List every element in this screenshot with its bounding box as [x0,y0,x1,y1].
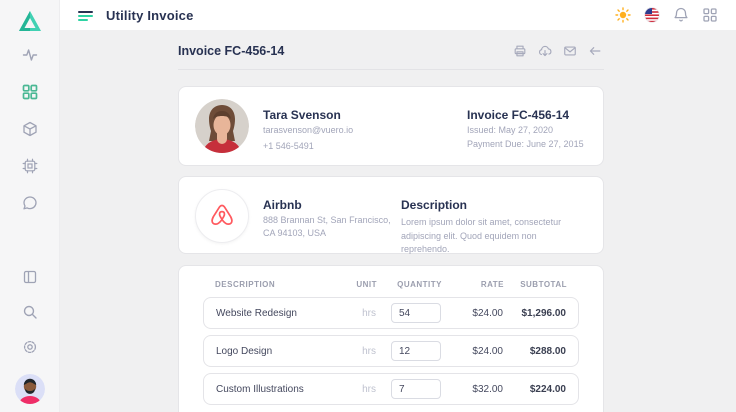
invoice-container: Invoice FC-456-14 [178,30,604,412]
cloud-download-icon[interactable] [538,44,552,58]
table-row: Custom Illustrations hrs $32.00 $224.00 [203,373,579,405]
page-title: Invoice FC-456-14 [178,44,284,58]
sidebar-bottom [15,269,45,404]
customer-avatar [195,99,249,153]
item-subtotal: $288.00 [503,346,566,357]
col-description: DESCRIPTION [215,280,337,289]
quantity-input[interactable] [391,303,441,323]
item-unit: hrs [336,384,376,395]
cpu-icon[interactable] [22,158,38,174]
sidebar [0,0,60,412]
item-subtotal: $1,296.00 [503,308,566,319]
invoice-items-card: DESCRIPTION UNIT QUANTITY RATE SUBTOTAL … [178,265,604,412]
company-address-line1: 888 Brannan St, San Francisco, [263,215,391,225]
invoice-description: Description Lorem ipsum dolor sit amet, … [401,189,587,241]
print-icon[interactable] [513,44,527,58]
company-name: Airbnb [263,198,391,212]
invoice-meta: Invoice FC-456-14 Issued: May 27, 2020 P… [467,99,587,153]
sidebar-nav [22,47,38,211]
items-table-header: DESCRIPTION UNIT QUANTITY RATE SUBTOTAL [203,280,579,289]
box-icon[interactable] [22,121,38,137]
company-card: Airbnb 888 Brannan St, San Francisco, CA… [178,176,604,254]
item-description: Website Redesign [216,308,336,319]
invoice-due-date: Payment Due: June 27, 2015 [467,139,587,149]
item-rate: $24.00 [441,308,503,319]
vuero-logo-icon [18,10,42,32]
navbar-title: Utility Invoice [106,8,194,23]
airbnb-logo-icon [208,202,236,230]
item-subtotal: $224.00 [503,384,566,395]
apps-grid-icon[interactable] [702,7,718,23]
item-rate: $32.00 [441,384,503,395]
customer-email: tarasvenson@vuero.io [263,125,353,135]
app-logo[interactable] [18,7,42,34]
table-row: Logo Design hrs $24.00 $288.00 [203,335,579,367]
item-rate: $24.00 [441,346,503,357]
item-description: Logo Design [216,346,336,357]
item-description: Custom Illustrations [216,384,336,395]
invoice-number: Invoice FC-456-14 [467,108,587,122]
customer-card: Tara Svenson tarasvenson@vuero.io +1 546… [178,86,604,166]
navbar-actions [615,7,718,23]
col-quantity: QUANTITY [377,280,442,289]
chat-icon[interactable] [22,195,38,211]
language-flag-icon[interactable] [644,7,660,23]
quantity-input[interactable] [391,379,441,399]
quantity-input[interactable] [391,341,441,361]
main-content: Invoice FC-456-14 [60,30,736,412]
item-unit: hrs [336,308,376,319]
col-unit: UNIT [337,280,377,289]
invoice-page-header: Invoice FC-456-14 [178,30,604,70]
col-rate: RATE [442,280,504,289]
search-icon[interactable] [22,304,38,320]
mail-icon[interactable] [563,44,577,58]
back-arrow-icon[interactable] [588,44,602,58]
invoice-issued-date: Issued: May 27, 2020 [467,125,587,135]
description-body: Lorem ipsum dolor sit amet, consectetur … [401,216,587,257]
notifications-bell-icon[interactable] [673,7,689,23]
col-subtotal: SUBTOTAL [504,280,567,289]
customer-name: Tara Svenson [263,108,353,122]
table-row: Website Redesign hrs $24.00 $1,296.00 [203,297,579,329]
user-avatar[interactable] [15,374,45,404]
description-title: Description [401,198,587,212]
customer-photo [195,99,249,153]
theme-sun-icon[interactable] [615,7,631,23]
activity-icon[interactable] [22,47,38,63]
panels-icon[interactable] [22,269,38,285]
dashboard-grid-icon[interactable] [22,84,38,100]
menu-burger-icon[interactable] [78,10,93,21]
item-unit: hrs [336,346,376,357]
company-logo-circle [195,189,249,243]
invoice-toolbar [513,44,602,58]
company-address-line2: CA 94103, USA [263,228,391,238]
top-navbar: Utility Invoice [60,0,736,30]
settings-gear-icon[interactable] [22,339,38,355]
company-info: Airbnb 888 Brannan St, San Francisco, CA… [263,189,391,241]
user-avatar-image [15,374,45,404]
customer-info: Tara Svenson tarasvenson@vuero.io +1 546… [263,99,353,153]
customer-phone: +1 546-5491 [263,141,353,151]
